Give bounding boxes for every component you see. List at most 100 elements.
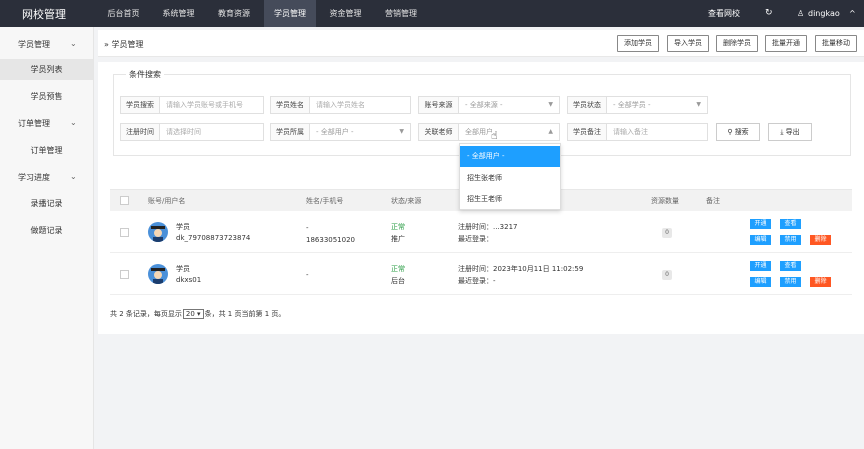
sidebar-item-student-list[interactable]: 学员列表 xyxy=(0,59,93,80)
breadcrumb: » 学员管理 xyxy=(104,39,143,50)
chevron-down-icon[interactable]: ⌄ xyxy=(70,39,77,48)
search-button[interactable]: ⚲ 搜索 xyxy=(716,123,760,141)
student-status-select[interactable]: - 全部学员 - ▼ xyxy=(607,96,708,114)
remark-label: 学员备注 xyxy=(567,123,607,141)
add-student-button[interactable]: 添加学员 xyxy=(617,35,659,52)
student-owner-label: 学员所属 xyxy=(270,123,310,141)
caret-down-icon: ▼ xyxy=(399,128,404,135)
account-source-select[interactable]: - 全部来源 - ▼ xyxy=(459,96,560,114)
dropdown-option-all[interactable]: - 全部用户 - xyxy=(460,146,560,167)
row-checkbox[interactable] xyxy=(120,228,129,237)
account-source-value: - 全部来源 - xyxy=(465,101,503,109)
last-login: 最近登录：- xyxy=(458,277,496,285)
avatar xyxy=(148,264,168,284)
student-search-input[interactable]: 请输入学员账号或手机号 xyxy=(160,96,264,114)
main-content: » 学员管理 添加学员 导入学员 删除学员 批量开通 批量移动 条件搜索 学员 搜… xyxy=(98,27,864,449)
teacher-select[interactable]: 全部用户 ▲ xyxy=(459,123,560,141)
student-phone: 18633051020 xyxy=(306,236,355,244)
import-student-button[interactable]: 导入学员 xyxy=(667,35,709,52)
teacher-dropdown: - 全部用户 - 招生张老师 招生王老师 xyxy=(459,143,561,210)
teacher-value: 全部用户 xyxy=(465,128,493,136)
status-badge: 正常 xyxy=(391,265,405,273)
chevron-down-icon[interactable]: ⌄ xyxy=(70,172,77,181)
search-legend: 条件搜索 xyxy=(126,69,164,80)
delete-button[interactable]: 删除 xyxy=(810,235,831,245)
sidebar-item-presale[interactable]: 学员预售 xyxy=(0,86,93,107)
sidebar: 学员管理 ⌄ 学员列表 学员预售 订单管理 ⌄ 订单管理 学习进度 ⌄ 录播记录… xyxy=(0,27,94,449)
teacher-label: 关联老师 xyxy=(418,123,459,141)
student-name-input[interactable]: 请输入学员姓名 xyxy=(310,96,411,114)
account-source-label: 账号来源 xyxy=(418,96,459,114)
student-owner-select[interactable]: - 全部用户 - ▼ xyxy=(310,123,411,141)
nav-home[interactable]: 后台首页 xyxy=(96,0,151,27)
view-button[interactable]: 查看 xyxy=(780,261,801,271)
remark-input[interactable]: 请输入备注 xyxy=(607,123,708,141)
nav-marketing[interactable]: 营销管理 xyxy=(373,0,429,27)
delete-student-button[interactable]: 删除学员 xyxy=(716,35,758,52)
account-label: 学员 xyxy=(176,223,190,231)
status-badge: 正常 xyxy=(391,223,405,231)
reg-time: 注册时间：2023年10月11日 11:02:59 xyxy=(458,265,584,273)
chevron-down-icon[interactable]: ⌄ xyxy=(70,118,77,127)
sidebar-item-orders[interactable]: 订单管理 xyxy=(0,140,93,161)
student-status-value: - 全部学员 - xyxy=(613,101,651,109)
nav-students[interactable]: 学员管理 xyxy=(264,0,316,27)
disable-button[interactable]: 禁用 xyxy=(780,235,801,245)
sidebar-group-students[interactable]: 学员管理 xyxy=(18,39,50,50)
resource-count: 0 xyxy=(662,228,672,238)
row-checkbox[interactable] xyxy=(120,270,129,279)
reg-time-label: 注册时间 xyxy=(120,123,160,141)
view-site-link[interactable]: 查看网校 xyxy=(708,0,740,27)
student-status-label: 学员状态 xyxy=(567,96,607,114)
view-button[interactable]: 查看 xyxy=(780,219,801,229)
reg-time-input[interactable]: 请选择时间 xyxy=(160,123,264,141)
mouse-cursor-icon: ☝ xyxy=(491,129,498,142)
activate-button[interactable]: 开通 xyxy=(750,261,771,271)
username-label[interactable]: dingkao xyxy=(808,0,840,27)
pager-suffix: 条，共 1 页当前第 1 页。 xyxy=(204,310,286,318)
resource-count: 0 xyxy=(662,270,672,280)
table-row: 学员 dk_79708873723874 - 18633051020 正常 推广… xyxy=(110,212,852,253)
export-button[interactable]: ⤓ 导出 xyxy=(768,123,812,141)
search-icon: ⚲ xyxy=(727,128,733,136)
edit-button[interactable]: 编辑 xyxy=(750,277,771,287)
sidebar-group-progress[interactable]: 学习进度 xyxy=(18,172,50,183)
source-label: 后台 xyxy=(391,277,405,285)
activate-button[interactable]: 开通 xyxy=(750,219,771,229)
user-icon: ♙ xyxy=(797,9,805,18)
nav-finance[interactable]: 资金管理 xyxy=(318,0,373,27)
batch-move-button[interactable]: 批量移动 xyxy=(815,35,857,52)
student-name-label: 学员姓名 xyxy=(270,96,310,114)
search-button-label: 搜索 xyxy=(734,128,749,136)
disable-button[interactable]: 禁用 xyxy=(780,277,801,287)
col-status-source: 状态/来源 xyxy=(391,197,422,205)
select-all-checkbox[interactable] xyxy=(120,196,129,205)
student-owner-value: - 全部用户 - xyxy=(316,128,354,136)
sidebar-item-exercises[interactable]: 做题记录 xyxy=(0,220,93,241)
breadcrumb-bar: » 学员管理 添加学员 导入学员 删除学员 批量开通 批量移动 xyxy=(98,30,864,57)
edit-button[interactable]: 编辑 xyxy=(750,235,771,245)
breadcrumb-label: 学员管理 xyxy=(111,40,144,49)
sidebar-item-recordings[interactable]: 录播记录 xyxy=(0,193,93,214)
nav-system[interactable]: 系统管理 xyxy=(151,0,206,27)
per-page-select[interactable]: 20 ▾ xyxy=(182,309,204,319)
dropdown-option-wang[interactable]: 招生王老师 xyxy=(460,189,560,210)
student-name: - xyxy=(306,224,309,232)
col-name-phone: 姓名/手机号 xyxy=(306,197,344,205)
pager-prefix: 共 2 条记录，每页显示 xyxy=(110,310,182,318)
dropdown-option-zhang[interactable]: 招生张老师 xyxy=(460,168,560,189)
nav-education[interactable]: 教育资源 xyxy=(206,0,262,27)
content-panel: 条件搜索 学员搜索 请输入学员账号或手机号 学员姓名 请输入学员姓名 账号来源 … xyxy=(98,62,864,334)
pagination: 共 2 条记录，每页显示 20 ▾ 条，共 1 页当前第 1 页。 xyxy=(110,309,285,319)
export-icon: ⤓ xyxy=(780,128,784,136)
batch-activate-button[interactable]: 批量开通 xyxy=(765,35,807,52)
refresh-icon[interactable]: ↻ xyxy=(765,0,773,27)
top-navbar: 网校管理 后台首页 系统管理 教育资源 学员管理 资金管理 营销管理 查看网校 … xyxy=(0,0,864,27)
reg-time: 注册时间：...3217 xyxy=(458,223,518,231)
breadcrumb-arrow-icon: » xyxy=(104,40,109,49)
chevron-up-icon[interactable]: ^ xyxy=(849,0,856,27)
sidebar-group-orders[interactable]: 订单管理 xyxy=(18,118,50,129)
export-button-label: 导出 xyxy=(785,128,800,136)
delete-button[interactable]: 删除 xyxy=(810,277,831,287)
student-name: - xyxy=(306,271,309,279)
